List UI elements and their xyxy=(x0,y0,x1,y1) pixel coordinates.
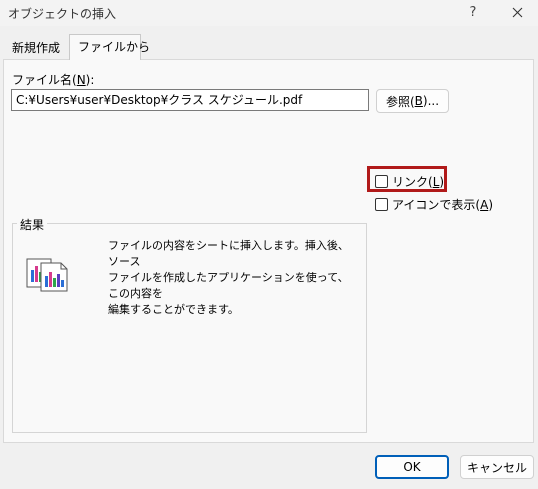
icon-label-prefix: アイコンで表示( xyxy=(392,198,481,212)
link-label-suffix: ) xyxy=(439,175,445,189)
close-icon xyxy=(512,7,522,17)
cancel-button[interactable]: キャンセル xyxy=(460,455,534,479)
display-as-icon-option[interactable]: アイコンで表示(A) xyxy=(375,196,493,213)
result-line-3: 編集することができます。 xyxy=(108,303,239,316)
link-option[interactable]: リンク(L) xyxy=(375,173,444,190)
display-as-icon-checkbox[interactable] xyxy=(375,198,388,211)
file-name-label: ファイル名(N): xyxy=(12,71,94,88)
ok-button[interactable]: OK xyxy=(375,455,449,479)
result-legend: 結果 xyxy=(17,216,48,233)
link-label-prefix: リンク( xyxy=(392,175,433,189)
window-title: オブジェクトの挿入 xyxy=(8,7,117,21)
file-name-label-key: N xyxy=(76,73,86,87)
help-button[interactable]: ? xyxy=(462,2,484,22)
embedded-document-icon xyxy=(26,258,68,292)
result-line-2: ファイルを作成したアプリケーションを使って、この内容を xyxy=(108,271,349,300)
title-bar: オブジェクトの挿入 ? xyxy=(0,0,538,26)
tab-from-file[interactable]: ファイルから xyxy=(69,34,150,60)
link-label: リンク(L) xyxy=(392,173,444,190)
tab-new[interactable]: 新規作成 xyxy=(3,36,69,58)
browse-label-suffix: )... xyxy=(422,94,440,108)
browse-label-prefix: 参照( xyxy=(385,94,415,109)
file-name-input[interactable]: C:¥Users¥user¥Desktop¥クラス スケジュール.pdf xyxy=(11,89,369,111)
link-checkbox[interactable] xyxy=(375,175,388,188)
tab-panel: ファイル名(N): C:¥Users¥user¥Desktop¥クラス スケジュ… xyxy=(3,59,534,443)
browse-label-key: B xyxy=(414,94,423,108)
browse-button[interactable]: 参照(B)... xyxy=(376,89,449,113)
result-description: ファイルの内容をシートに挿入します。挿入後、ソース ファイルを作成したアプリケー… xyxy=(108,238,358,318)
result-line-1: ファイルの内容をシートに挿入します。挿入後、ソース xyxy=(108,239,349,268)
file-name-label-suffix: ): xyxy=(85,73,95,87)
icon-label-suffix: ) xyxy=(488,198,493,212)
result-group: 結果 ファイルの内容をシートに挿入します。挿入後、ソース ファイルを作成したアプ… xyxy=(12,216,367,433)
file-name-label-prefix: ファイル名( xyxy=(12,73,77,87)
help-icon: ? xyxy=(469,4,477,20)
close-button[interactable] xyxy=(506,2,528,22)
display-as-icon-label: アイコンで表示(A) xyxy=(392,196,493,213)
